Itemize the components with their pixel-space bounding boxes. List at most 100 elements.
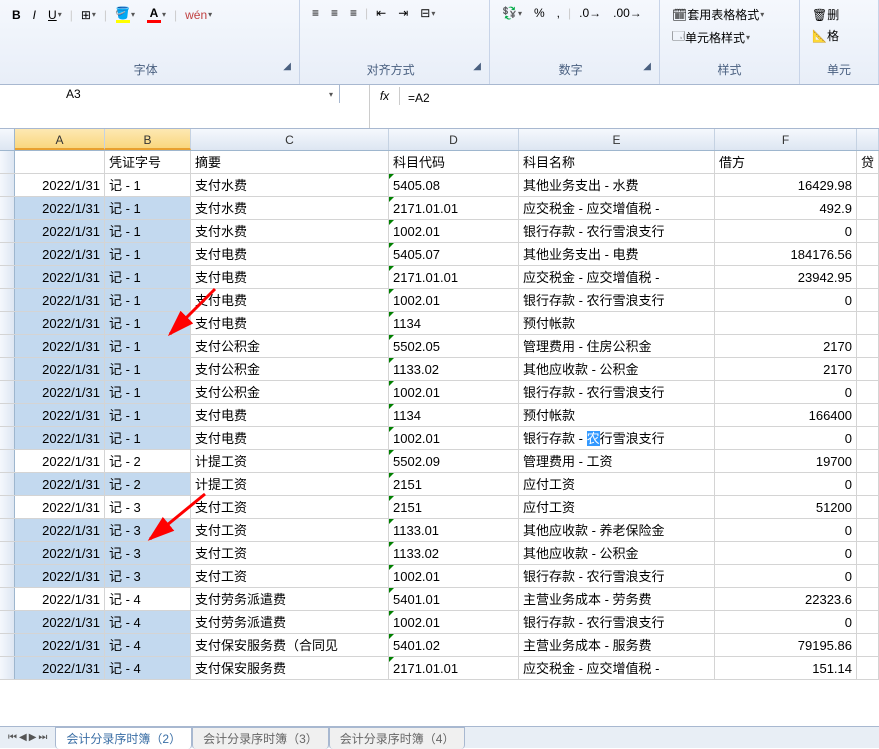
underline-button[interactable]: U▾	[44, 6, 66, 24]
cell[interactable]: 2171.01.01	[389, 197, 519, 219]
cell[interactable]: 2170	[715, 335, 857, 357]
decrease-decimal-button[interactable]: .00→	[609, 4, 646, 22]
cell[interactable]: 2022/1/31	[15, 174, 105, 196]
cell[interactable]: 2022/1/31	[15, 312, 105, 334]
cell[interactable]: 2022/1/31	[15, 565, 105, 587]
cell[interactable]	[857, 542, 879, 564]
tab-prev-icon[interactable]: ◀	[19, 732, 27, 743]
percent-button[interactable]: %	[530, 4, 549, 22]
cell[interactable]: 银行存款 - 农行雪浪支行	[519, 289, 715, 311]
column-header-c[interactable]: C	[191, 129, 389, 150]
cell[interactable]: 2170	[715, 358, 857, 380]
cell[interactable]: 银行存款 - 农行雪浪支行	[519, 611, 715, 633]
cell[interactable]: 2171.01.01	[389, 657, 519, 679]
cell[interactable]: 2022/1/31	[15, 335, 105, 357]
cell[interactable]: 支付劳务派遣费	[191, 588, 389, 610]
column-header-b[interactable]: B	[105, 129, 191, 150]
cell[interactable]: 2022/1/31	[15, 243, 105, 265]
cell[interactable]: 2022/1/31	[15, 220, 105, 242]
cell[interactable]: 支付电费	[191, 404, 389, 426]
cell[interactable]: 应付工资	[519, 473, 715, 495]
cell[interactable]: 记 - 1	[105, 404, 191, 426]
cell[interactable]: 摘要	[191, 151, 389, 173]
cell[interactable]: 支付公积金	[191, 358, 389, 380]
cell[interactable]: 1002.01	[389, 381, 519, 403]
cell[interactable]: 记 - 3	[105, 496, 191, 518]
column-header-e[interactable]: E	[519, 129, 715, 150]
align-left-button[interactable]: ≡	[308, 4, 323, 22]
cell[interactable]: 记 - 1	[105, 312, 191, 334]
cell[interactable]: 支付保安服务费	[191, 657, 389, 679]
chevron-down-icon[interactable]: ▾	[329, 90, 333, 99]
row-number[interactable]	[0, 358, 15, 380]
formula-input[interactable]: =A2	[400, 87, 879, 109]
dialog-launcher-icon[interactable]: ◢	[283, 61, 291, 72]
cell[interactable]: 2022/1/31	[15, 381, 105, 403]
cell[interactable]: 2171.01.01	[389, 266, 519, 288]
cell[interactable]	[857, 312, 879, 334]
cell[interactable]: 支付电费	[191, 427, 389, 449]
format-button[interactable]: 📐 格	[808, 25, 843, 46]
cell[interactable]	[857, 657, 879, 679]
cell[interactable]: 记 - 1	[105, 381, 191, 403]
row-number[interactable]	[0, 381, 15, 403]
cell[interactable]: 2022/1/31	[15, 634, 105, 656]
row-number[interactable]	[0, 542, 15, 564]
name-box[interactable]: A3 ▾	[60, 85, 340, 103]
cell[interactable]: 记 - 1	[105, 220, 191, 242]
cell[interactable]: 管理费用 - 工资	[519, 450, 715, 472]
cell[interactable]: 预付帐款	[519, 312, 715, 334]
cell[interactable]: 1002.01	[389, 220, 519, 242]
cell[interactable]: 1134	[389, 404, 519, 426]
cell[interactable]: 记 - 1	[105, 197, 191, 219]
border-button[interactable]: ⊞▾	[77, 6, 100, 24]
cell[interactable]: 5401.02	[389, 634, 519, 656]
format-as-table-button[interactable]: 🗓 套用表格格式▾	[668, 4, 768, 25]
row-number[interactable]	[0, 151, 15, 173]
cell[interactable]: 其他业务支出 - 水费	[519, 174, 715, 196]
cell[interactable]: 2022/1/31	[15, 404, 105, 426]
cell[interactable]: 管理费用 - 住房公积金	[519, 335, 715, 357]
sheet-tab[interactable]: 会计分录序时簿（2）	[55, 727, 192, 749]
bold-button[interactable]: B	[8, 6, 25, 24]
cell[interactable]: 支付公积金	[191, 381, 389, 403]
cell[interactable]: 5502.09	[389, 450, 519, 472]
cell[interactable]	[857, 220, 879, 242]
cell[interactable]: 支付水费	[191, 197, 389, 219]
cell[interactable]: 2022/1/31	[15, 611, 105, 633]
row-number[interactable]	[0, 565, 15, 587]
cell[interactable]: 5401.01	[389, 588, 519, 610]
sheet-tab[interactable]: 会计分录序时簿（3）	[192, 727, 329, 749]
cell[interactable]: 2022/1/31	[15, 197, 105, 219]
cell[interactable]: 应付工资	[519, 496, 715, 518]
select-all-corner[interactable]	[0, 129, 15, 150]
cell[interactable]	[857, 197, 879, 219]
cell[interactable]: 支付劳务派遣费	[191, 611, 389, 633]
cell[interactable]: 0	[715, 381, 857, 403]
cell[interactable]	[857, 519, 879, 541]
row-number[interactable]	[0, 611, 15, 633]
cell[interactable]: 应交税金 - 应交增值税 -	[519, 266, 715, 288]
cell[interactable]: 记 - 3	[105, 542, 191, 564]
italic-button[interactable]: I	[29, 6, 40, 24]
cell[interactable]: 支付水费	[191, 220, 389, 242]
cell[interactable]: 记 - 1	[105, 174, 191, 196]
cell[interactable]: 5405.08	[389, 174, 519, 196]
currency-button[interactable]: 💱▾	[498, 4, 526, 22]
cell[interactable]: 支付工资	[191, 519, 389, 541]
cell[interactable]: 记 - 1	[105, 289, 191, 311]
cell[interactable]: 主营业务成本 - 劳务费	[519, 588, 715, 610]
cell[interactable]: 主营业务成本 - 服务费	[519, 634, 715, 656]
increase-decimal-button[interactable]: .0→	[575, 4, 605, 22]
row-number[interactable]	[0, 657, 15, 679]
cell[interactable]: 166400	[715, 404, 857, 426]
cell[interactable]: 记 - 2	[105, 473, 191, 495]
cell[interactable]	[857, 565, 879, 587]
cell[interactable]: 2022/1/31	[15, 519, 105, 541]
row-number[interactable]	[0, 427, 15, 449]
merge-button[interactable]: ⊟▾	[416, 4, 439, 22]
cell[interactable]	[15, 151, 105, 173]
cell[interactable]: 2151	[389, 473, 519, 495]
cell[interactable]: 记 - 1	[105, 358, 191, 380]
column-header-f[interactable]: F	[715, 129, 857, 150]
